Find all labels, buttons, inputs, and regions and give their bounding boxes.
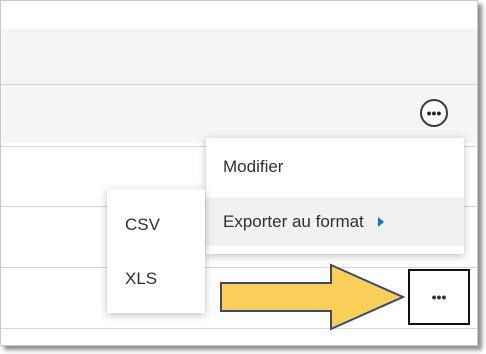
table-panel: ••• Modifier Exporter au format CSV XLS … <box>0 0 478 346</box>
export-format-submenu: CSV XLS <box>107 189 205 313</box>
callout-arrow-icon <box>220 263 406 331</box>
highlighted-row-actions-button[interactable]: ••• <box>408 269 470 325</box>
menu-item-label: Modifier <box>223 157 284 176</box>
row-actions-button[interactable]: ••• <box>420 99 448 127</box>
menu-item-label: Exporter au format <box>223 212 364 231</box>
menu-item-xls[interactable]: XLS <box>107 259 205 299</box>
more-dots-icon: ••• <box>426 105 442 121</box>
table-header-band <box>1 29 477 143</box>
menu-item-export[interactable]: Exporter au format <box>206 198 464 246</box>
menu-item-csv[interactable]: CSV <box>107 205 205 245</box>
menu-item-label: CSV <box>125 215 160 234</box>
row-context-menu: Modifier Exporter au format <box>206 138 464 254</box>
more-dots-icon: ••• <box>431 289 447 305</box>
menu-item-modifier[interactable]: Modifier <box>206 146 464 188</box>
menu-item-label: XLS <box>125 269 158 288</box>
row-divider <box>1 84 477 85</box>
submenu-arrow-icon <box>377 217 384 227</box>
